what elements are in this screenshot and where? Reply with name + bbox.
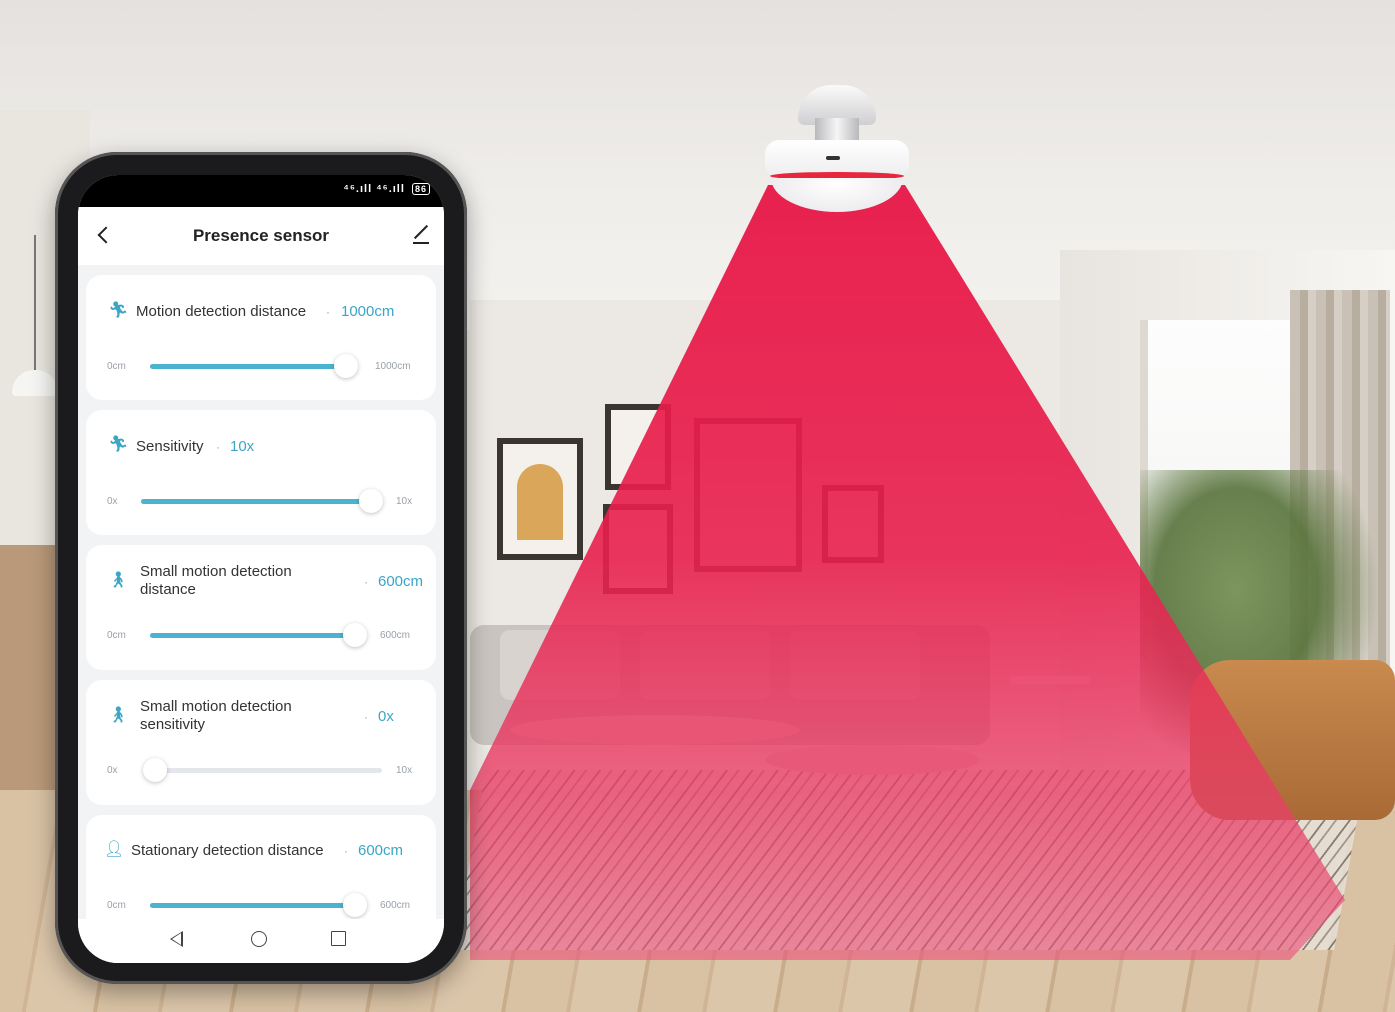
setting-value: 0x — [378, 708, 394, 725]
running-icon: 🏃︎ — [108, 302, 129, 319]
walking-icon: 🚶︎ — [108, 707, 129, 724]
slider-thumb[interactable] — [343, 623, 367, 647]
slider-thumb[interactable] — [359, 489, 383, 513]
setting-value: 1000cm — [341, 303, 395, 320]
app-bar: Presence sensor — [78, 207, 444, 265]
nav-home-icon[interactable] — [251, 931, 267, 947]
setting-label: Small motion detection distance — [140, 563, 292, 598]
phone-screen: ⁴⁶.ıll ⁴⁶.ıll 86 Presence sensor 🏃︎ Moti… — [78, 175, 444, 963]
setting-card-small-motion-sensitivity: 🚶︎ Small motion detection sensitivity · … — [86, 680, 436, 805]
setting-value: 10x — [230, 438, 255, 455]
nav-back-icon[interactable] — [170, 931, 183, 947]
slider-track[interactable] — [150, 354, 358, 378]
slider-fill — [150, 633, 355, 638]
pendant-lamp-cord — [34, 235, 36, 375]
slider-max-label: 600cm — [380, 900, 411, 911]
slider-max-label: 10x — [396, 496, 413, 507]
slider-thumb[interactable] — [143, 758, 167, 782]
slider-min-label: 0x — [107, 765, 118, 776]
status-bar: ⁴⁶.ıll ⁴⁶.ıll 86 — [78, 175, 444, 207]
running-icon: 🏃︎ — [108, 436, 129, 453]
page-title: Presence sensor — [192, 226, 330, 245]
edit-icon[interactable] — [410, 223, 432, 245]
setting-card-motion-distance: 🏃︎ Motion detection distance · 1000cm 0c… — [86, 275, 436, 400]
wall-art — [497, 438, 583, 560]
notch — [158, 175, 364, 203]
slider-track[interactable] — [150, 623, 367, 647]
android-nav-bar — [78, 919, 444, 963]
setting-value: 600cm — [358, 842, 404, 859]
slider-fill — [150, 903, 355, 908]
slider-fill — [150, 364, 346, 369]
slider-max-label: 1000cm — [375, 361, 411, 372]
slider-min-label: 0cm — [107, 900, 126, 911]
slider-max-label: 600cm — [380, 630, 411, 641]
nav-recent-icon[interactable] — [331, 931, 346, 946]
slider-min-label: 0cm — [107, 361, 126, 372]
slider-max-label: 10x — [396, 765, 413, 776]
slider-min-label: 0cm — [107, 630, 126, 641]
setting-label: Sensitivity — [136, 438, 204, 455]
slider-track[interactable] — [150, 893, 367, 917]
signal-icon: ⁴⁶.ıll — [376, 183, 405, 195]
slider-track[interactable] — [141, 489, 383, 513]
slider-fill — [141, 499, 371, 504]
battery-icon: 86 — [411, 183, 430, 195]
setting-label: Motion detection distance — [136, 303, 307, 320]
setting-card-small-motion-distance: 🚶︎ Small motion detection distance · 600… — [86, 545, 436, 670]
slider-track[interactable] — [143, 758, 382, 782]
setting-card-sensitivity: 🏃︎ Sensitivity · 10x 0x 10x — [86, 410, 436, 535]
coffee-table — [765, 745, 980, 775]
coffee-table — [510, 715, 800, 745]
slider-thumb[interactable] — [343, 893, 367, 917]
walking-icon: 🚶︎ — [108, 572, 129, 589]
person-icon: 👤︎ — [104, 841, 125, 858]
signal-icon: ⁴⁶.ıll — [343, 183, 373, 195]
slider-min-label: 0x — [107, 496, 118, 507]
slider-thumb[interactable] — [334, 354, 358, 378]
sensor-slot — [826, 156, 840, 160]
setting-label: Stationary detection distance — [131, 842, 324, 859]
setting-label: Small motion detection sensitivity — [140, 698, 292, 733]
status-icons: ⁴⁶.ıll ⁴⁶.ıll 86 — [343, 183, 430, 195]
setting-value: 600cm — [378, 573, 424, 590]
